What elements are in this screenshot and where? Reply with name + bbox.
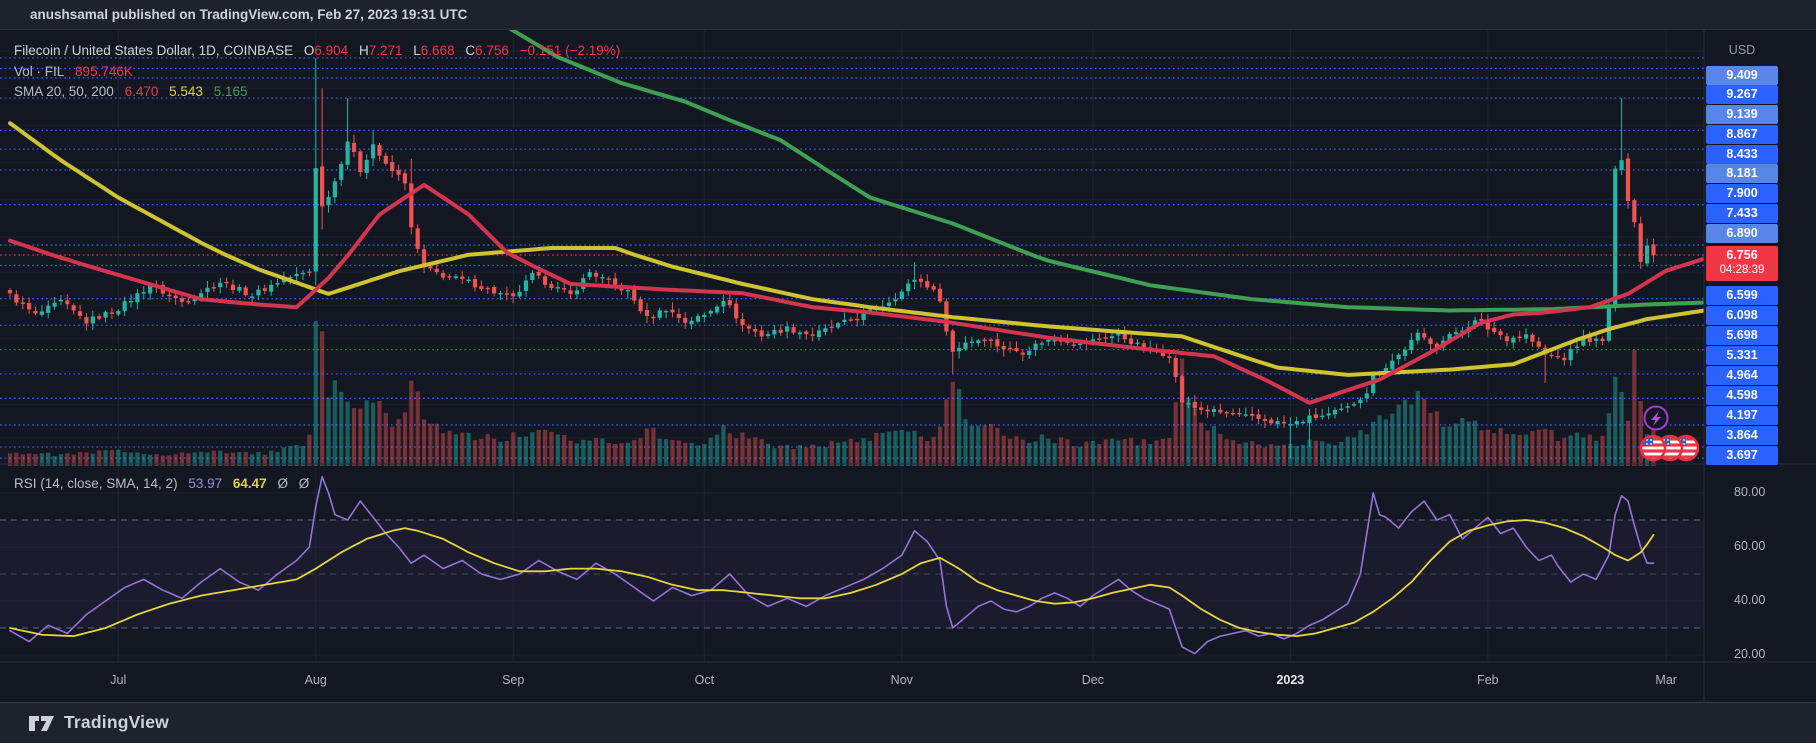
low-label: L (413, 43, 421, 58)
sma-legend-row[interactable]: SMA 20, 50, 200 6.470 5.543 5.165 (14, 84, 248, 99)
high-value: 7.271 (368, 43, 403, 58)
time-scale[interactable]: Jul Aug Sep Oct Nov Dec 2023 Feb Mar (0, 662, 1704, 702)
time-scale-month-label: Feb (1477, 673, 1499, 687)
rsi-scale-label: 60.00 (1734, 539, 1766, 553)
volume-label: Vol · FIL (14, 64, 65, 79)
price-scale-label: 8.867 (1706, 124, 1778, 144)
price-scale-label: 8.433 (1706, 144, 1778, 164)
price-scale-label: 6.890 (1706, 223, 1778, 243)
price-scale[interactable]: USD 9.409 9.267 9.139 8.867 8.433 8.181 7.900 7… (1704, 30, 1816, 702)
rsi-legend-row[interactable]: RSI (14, close, SMA, 14, 2) 53.97 64.47 … (14, 476, 309, 491)
time-scale-month-label: Aug (304, 673, 327, 687)
current-price-label: 6.756 04:28:39 (1706, 246, 1778, 281)
close-label: C (465, 43, 476, 58)
open-label: O (303, 43, 315, 58)
change-value: −0.151 (−2.19%) (519, 43, 621, 58)
publish-attribution: anushsamal published on TradingView.com,… (30, 7, 468, 22)
time-scale-month-label: Oct (694, 673, 715, 687)
price-scale-label: 4.598 (1706, 385, 1778, 405)
price-scale-label: 9.267 (1706, 85, 1778, 105)
bar-countdown: 04:28:39 (1719, 264, 1765, 276)
symbol-legend-row[interactable]: Filecoin / United States Dollar, 1D, COI… (14, 43, 620, 58)
rsi-value: 53.97 (188, 476, 223, 491)
time-scale-month-label: Sep (502, 673, 525, 687)
current-price: 6.756 (1726, 248, 1758, 262)
price-scale-label: 5.698 (1706, 325, 1778, 345)
price-scale-label: 7.433 (1706, 203, 1778, 223)
tradingview-brand-text: TradingView (64, 712, 169, 732)
time-scale-month-label: Nov (890, 673, 913, 687)
currency-label: USD (1728, 43, 1756, 57)
rsi-extra-2: Ø (298, 476, 310, 491)
sma50-value: 5.543 (169, 84, 203, 99)
rsi-scale-label: 80.00 (1734, 485, 1766, 499)
volume-legend-row[interactable]: Vol · FIL 895.746K (14, 64, 133, 79)
chart-canvas[interactable] (0, 0, 1816, 743)
price-scale-label: 4.964 (1706, 365, 1778, 385)
symbol-title: Filecoin / United States Dollar, 1D, COI… (14, 43, 294, 58)
close-value: 6.756 (475, 43, 509, 58)
tradingview-published-chart: anushsamal published on TradingView.com,… (0, 0, 1816, 743)
time-scale-month-label: Mar (1655, 673, 1677, 687)
rsi-extra-1: Ø (277, 476, 288, 491)
publish-bar: anushsamal published on TradingView.com,… (0, 0, 1816, 30)
rsi-ma-value: 64.47 (232, 476, 267, 491)
rsi-scale-label: 20.00 (1734, 647, 1766, 661)
price-scale-label: 3.864 (1706, 425, 1778, 445)
time-scale-month-label: Dec (1081, 673, 1105, 687)
high-label: H (358, 43, 369, 58)
price-scale-label: 6.098 (1706, 305, 1778, 325)
rsi-scale-label: 40.00 (1734, 593, 1766, 607)
price-scale-label: 5.331 (1706, 345, 1778, 365)
sma20-value: 6.470 (124, 84, 159, 99)
lightning-event-icon[interactable] (1643, 405, 1669, 431)
price-scale-label: 4.197 (1706, 405, 1778, 425)
price-scale-label: 6.599 (1706, 285, 1778, 305)
tradingview-logo-icon (29, 716, 54, 731)
time-scale-month-label: Jul (110, 673, 127, 687)
rsi-label: RSI (14, close, SMA, 14, 2) (14, 476, 178, 491)
footer-bar: TradingView (0, 702, 1816, 743)
sma-label: SMA 20, 50, 200 (14, 84, 114, 99)
price-scale-label: 9.139 (1706, 105, 1778, 124)
tradingview-brand-link[interactable]: TradingView (28, 712, 169, 733)
sma200-value: 5.165 (213, 84, 248, 99)
price-scale-label: 8.181 (1706, 164, 1778, 184)
us-flag-event-icon[interactable] (1639, 434, 1667, 462)
volume-value: 895.746K (75, 64, 133, 79)
low-value: 6.668 (420, 43, 455, 58)
time-scale-month-label: 2023 (1276, 673, 1305, 687)
price-scale-label: 3.697 (1706, 445, 1778, 465)
price-scale-label: 9.409 (1706, 65, 1778, 85)
open-value: 6.904 (314, 43, 349, 58)
price-scale-label: 7.900 (1706, 184, 1778, 203)
